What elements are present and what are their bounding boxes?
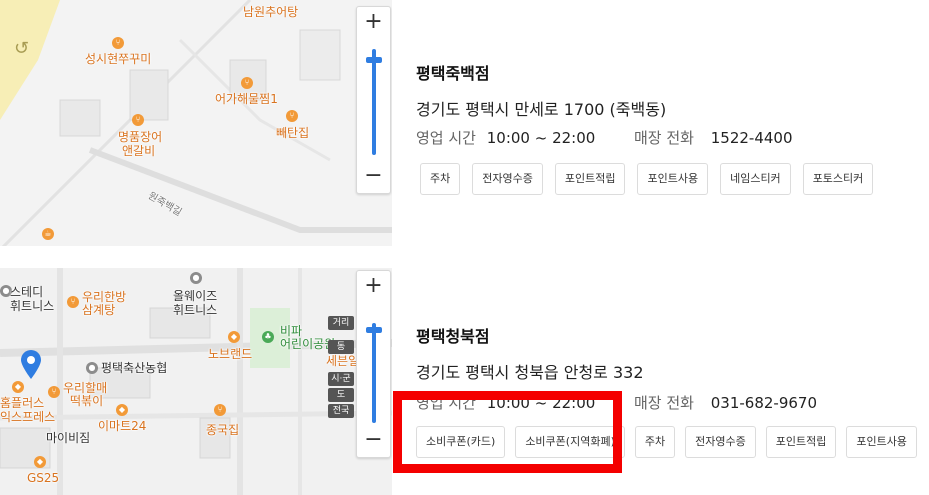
store-address: 경기도 평택시 청북읍 안청로 332 <box>416 363 644 382</box>
store-hours: 영업 시간 10:00 ~ 22:00 <box>416 127 595 148</box>
map-label: 마이비짐 <box>46 431 91 445</box>
map-label: 우리할매 <box>63 381 108 395</box>
service-tag: 전자영수증 <box>685 426 756 458</box>
map-label: 스테디 <box>10 285 44 299</box>
store-map-2[interactable]: ● 스테디 휘트니스 ⑂ 우리한방 삼계탕 ● 올웨이즈 휘트니스 ♣ 비파 어… <box>0 268 392 495</box>
zoom-control-1: + − <box>356 6 391 194</box>
hours-value: 10:00 ~ 22:00 <box>486 129 596 147</box>
restaurant-icon: ⑂ <box>48 386 60 398</box>
phone-value: 031-682-9670 <box>710 394 818 412</box>
zoom-in-button[interactable]: + <box>357 7 390 39</box>
store-map-1[interactable]: ↺ 남원추어탕 ⑂ 성시현쭈꾸미 ⑂ 어가해물찜1 ⑂ 명품장어 앤갈비 ⑂ 빼… <box>0 0 392 246</box>
map-label: 세븐일 <box>326 354 360 368</box>
store-card-1: ↺ 남원추어탕 ⑂ 성시현쭈꾸미 ⑂ 어가해물찜1 ⑂ 명품장어 앤갈비 ⑂ 빼… <box>0 0 929 246</box>
restaurant-icon: ⑂ <box>67 296 79 308</box>
map-scale-tag[interactable]: 시·군 <box>328 372 354 386</box>
map-label: 삼계탕 <box>82 303 116 317</box>
store-name: 평택죽백점 <box>416 64 490 83</box>
service-tags: 소비쿠폰(카드) 소비쿠폰(지역화폐) 주차 전자영수증 포인트적립 포인트사용 <box>416 426 917 458</box>
zoom-slider-handle[interactable] <box>366 327 382 333</box>
service-tags: 주차 전자영수증 포인트적립 포인트사용 네임스티커 포토스티커 <box>420 163 874 195</box>
map-label: 명품장어 <box>118 130 163 144</box>
shop-icon: ◆ <box>34 456 46 468</box>
zoom-in-button[interactable]: + <box>357 271 390 303</box>
shop-icon: ◆ <box>12 381 24 393</box>
hours-value: 10:00 ~ 22:00 <box>486 394 596 412</box>
map-scale-tag[interactable]: 전국 <box>328 404 354 418</box>
store-name: 평택청북점 <box>416 327 490 346</box>
restaurant-icon: ⑂ <box>214 404 226 416</box>
map-roads-1: ↺ <box>0 0 392 246</box>
service-tag: 소비쿠폰(지역화폐) <box>515 426 625 458</box>
map-label: 빼탄집 <box>276 126 310 140</box>
phone-label: 매장 전화 <box>634 129 694 147</box>
restaurant-icon: ⑂ <box>112 37 124 49</box>
map-label: 비파 <box>280 324 303 338</box>
map-label: 남원추어탕 <box>243 5 299 19</box>
map-label: GS25 <box>27 471 60 485</box>
shop-icon: ◆ <box>228 331 240 343</box>
map-scale-tag[interactable]: 동 <box>328 340 354 354</box>
map-label: 휘트니스 <box>173 303 218 317</box>
service-tag: 소비쿠폰(카드) <box>416 426 506 458</box>
place-icon: ● <box>190 272 202 284</box>
phone-label: 매장 전화 <box>634 394 694 412</box>
map-scale-tag[interactable]: 거리 <box>328 316 354 330</box>
map-label: 종국집 <box>206 423 240 437</box>
service-tag: 주차 <box>634 426 676 458</box>
restaurant-icon: ⑂ <box>241 77 253 89</box>
zoom-out-button[interactable]: − <box>357 425 390 457</box>
map-label: 떡볶이 <box>70 394 104 408</box>
map-label: 평택축산농협 <box>101 361 168 375</box>
hours-label: 영업 시간 <box>416 129 476 147</box>
zoom-slider-track[interactable] <box>372 49 376 155</box>
map-label: 휘트니스 <box>10 299 55 313</box>
store-phone: 매장 전화 1522-4400 <box>634 127 793 148</box>
map-label: 익스프레스 <box>0 410 56 424</box>
map-label: 노브랜드 <box>208 347 253 361</box>
zoom-out-button[interactable]: − <box>357 161 390 193</box>
phone-value: 1522-4400 <box>710 129 793 147</box>
zoom-slider-handle[interactable] <box>366 57 382 63</box>
map-label: 올웨이즈 <box>173 289 218 303</box>
location-pin-icon[interactable] <box>20 350 42 380</box>
restaurant-icon: ⑂ <box>286 110 298 122</box>
bank-icon: ● <box>86 362 98 374</box>
service-tag: 주차 <box>420 163 461 195</box>
zoom-slider-track[interactable] <box>372 323 376 423</box>
svg-text:↺: ↺ <box>14 38 29 59</box>
map-label: 어린이공원 <box>280 337 336 351</box>
shop-icon: ◆ <box>116 404 128 416</box>
store-hours: 영업 시간 10:00 ~ 22:00 <box>416 392 595 413</box>
map-label: 이마트24 <box>98 419 147 433</box>
store-address: 경기도 평택시 만세로 1700 (죽백동) <box>416 100 667 119</box>
zoom-control-2: + − <box>356 270 391 458</box>
service-tag: 포인트적립 <box>765 426 837 458</box>
service-tag: 포토스티커 <box>802 163 874 195</box>
store-phone: 매장 전화 031-682-9670 <box>634 392 817 413</box>
service-tag: 포인트적립 <box>554 163 626 195</box>
map-label: 홈플러스 <box>0 396 45 410</box>
service-tag: 포인트사용 <box>846 426 917 458</box>
map-scale-tag[interactable]: 도 <box>328 388 354 402</box>
hours-label: 영업 시간 <box>416 394 476 412</box>
service-tag: 전자영수증 <box>472 163 543 195</box>
restaurant-icon: ⑂ <box>132 114 144 126</box>
cafe-icon: ☕ <box>42 228 54 240</box>
service-tag: 네임스티커 <box>720 163 791 195</box>
map-label: 앤갈비 <box>122 144 156 158</box>
park-icon: ♣ <box>262 331 274 343</box>
store-card-2: ● 스테디 휘트니스 ⑂ 우리한방 삼계탕 ● 올웨이즈 휘트니스 ♣ 비파 어… <box>0 268 929 495</box>
map-label: 우리한방 <box>82 290 127 304</box>
service-tag: 포인트사용 <box>637 163 709 195</box>
map-label: 어가해물찜1 <box>215 92 278 106</box>
map-label: 성시현쭈꾸미 <box>85 52 152 66</box>
